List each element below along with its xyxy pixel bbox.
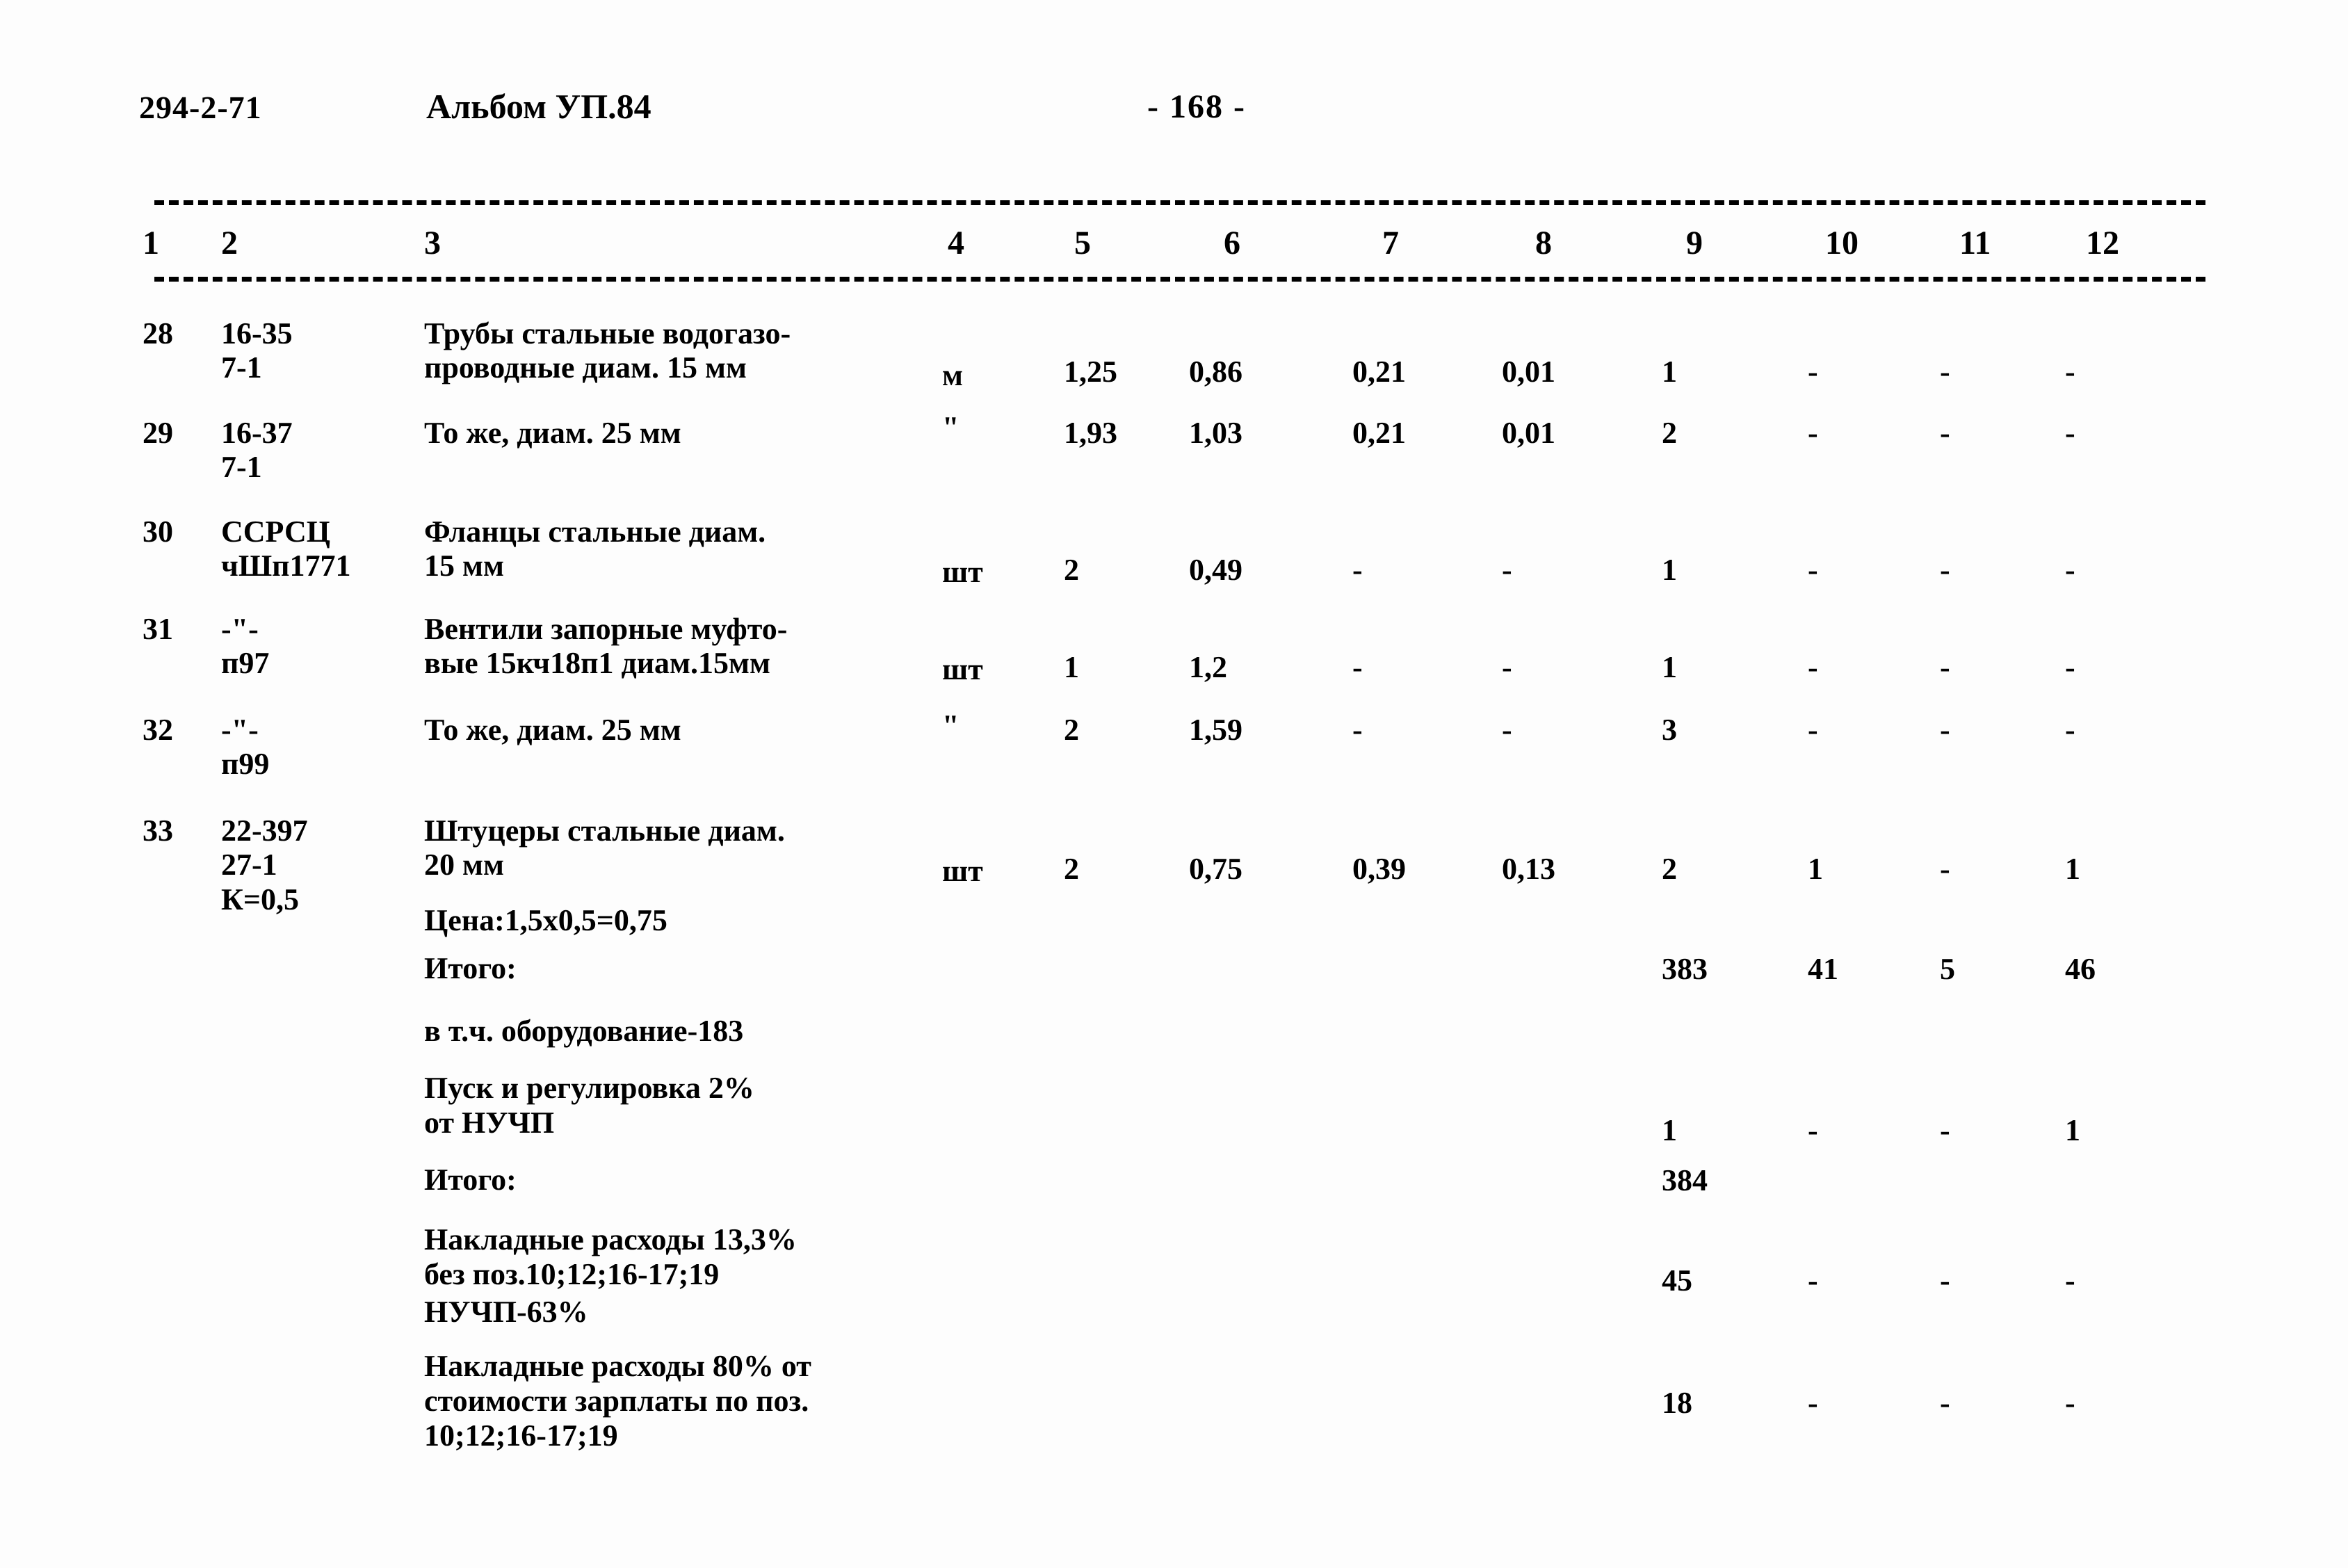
row-col9: 3 [1662, 713, 1677, 747]
row-col8: 0,01 [1502, 355, 1555, 389]
summary-overhead-1-col12: - [2065, 1263, 2075, 1298]
row-col6: 1,59 [1189, 713, 1242, 747]
row-description: Фланцы стальные диам. 15 мм [424, 515, 766, 583]
row-col8: 0,13 [1502, 852, 1555, 886]
row-col9: 1 [1662, 355, 1677, 389]
row-col11: - [1940, 553, 1950, 587]
summary-total-1-col11: 5 [1940, 952, 1955, 986]
row-col12: - [2065, 355, 2075, 389]
summary-overhead-2-col10: - [1808, 1386, 1818, 1420]
summary-label-total-2: Итого: [424, 1163, 517, 1197]
row-col12: - [2065, 713, 2075, 747]
row-description: Штуцеры стальные диам. 20 мм [424, 814, 785, 882]
row-col6: 0,75 [1189, 852, 1242, 886]
row-col8: - [1502, 553, 1512, 587]
summary-total-1-col9: 383 [1662, 952, 1708, 986]
row-col6: 1,2 [1189, 650, 1227, 684]
row-description: Вентили запорные муфто- вые 15кч18п1 диа… [424, 612, 788, 681]
row-col12: - [2065, 553, 2075, 587]
row-col9: 1 [1662, 650, 1677, 684]
row-unit: шт [942, 854, 983, 888]
summary-startup-col11: - [1940, 1113, 1950, 1147]
row-price-note: Цена:1,5х0,5=0,75 [424, 903, 667, 937]
row-position: 30 [143, 515, 173, 549]
document-page: 294-2-71 Альбом УП.84 - 168 - 1 2 3 4 5 … [0, 0, 2348, 1568]
row-col7: - [1352, 713, 1363, 747]
row-unit: шт [942, 555, 983, 589]
row-col12: 1 [2065, 852, 2080, 886]
row-col11: - [1940, 650, 1950, 684]
summary-overhead-1-col9: 45 [1662, 1263, 1692, 1298]
row-unit: м [942, 358, 963, 392]
row-col10: - [1808, 553, 1818, 587]
row-col11: - [1940, 852, 1950, 886]
row-col6: 1,03 [1189, 416, 1242, 450]
row-position: 33 [143, 814, 173, 848]
summary-total-2-col9: 384 [1662, 1163, 1708, 1197]
summary-overhead-2-col12: - [2065, 1386, 2075, 1420]
row-col6: 0,49 [1189, 553, 1242, 587]
summary-overhead-2-col11: - [1940, 1386, 1950, 1420]
summary-overhead-1-col11: - [1940, 1263, 1950, 1298]
row-col5: 1,25 [1064, 355, 1117, 389]
row-col10: - [1808, 355, 1818, 389]
summary-startup-col12: 1 [2065, 1113, 2080, 1147]
row-col11: - [1940, 713, 1950, 747]
row-description: То же, диам. 25 мм [424, 713, 681, 747]
row-col10: - [1808, 713, 1818, 747]
row-col8: - [1502, 713, 1512, 747]
row-col6: 0,86 [1189, 355, 1242, 389]
summary-startup-col9: 1 [1662, 1113, 1677, 1147]
row-col11: - [1940, 355, 1950, 389]
row-col8: - [1502, 650, 1512, 684]
row-col5: 2 [1064, 713, 1079, 747]
table-body: 28 16-35 7-1 Трубы стальные водогазо- пр… [0, 0, 2348, 1568]
row-col5: 1,93 [1064, 416, 1117, 450]
row-position: 32 [143, 713, 173, 747]
summary-label-overhead-1: Накладные расходы 13,3% без поз.10;12;16… [424, 1222, 797, 1292]
summary-total-1-col12: 46 [2065, 952, 2096, 986]
row-col9: 2 [1662, 852, 1677, 886]
row-reference: 16-37 7-1 [221, 416, 293, 485]
row-col7: 0,39 [1352, 852, 1406, 886]
summary-label-equipment: в т.ч. оборудование-183 [424, 1014, 744, 1048]
row-col10: - [1808, 416, 1818, 450]
row-col9: 1 [1662, 553, 1677, 587]
row-description: То же, диам. 25 мм [424, 416, 681, 450]
summary-total-1-col10: 41 [1808, 952, 1838, 986]
row-unit: шт [942, 652, 983, 686]
summary-label-startup: Пуск и регулировка 2% от НУЧП [424, 1071, 754, 1140]
row-col7: - [1352, 553, 1363, 587]
row-unit: " [942, 709, 960, 743]
row-col9: 2 [1662, 416, 1677, 450]
row-col12: - [2065, 650, 2075, 684]
row-position: 28 [143, 316, 173, 350]
row-col5: 2 [1064, 553, 1079, 587]
row-col8: 0,01 [1502, 416, 1555, 450]
row-reference: -"- п97 [221, 612, 270, 681]
row-reference: ССРСЦ чШп1771 [221, 515, 351, 583]
row-col7: - [1352, 650, 1363, 684]
row-col5: 2 [1064, 852, 1079, 886]
summary-startup-col10: - [1808, 1113, 1818, 1147]
row-reference: 16-35 7-1 [221, 316, 293, 385]
row-col11: - [1940, 416, 1950, 450]
row-description: Трубы стальные водогазо- проводные диам.… [424, 316, 791, 385]
row-col10: - [1808, 650, 1818, 684]
row-col7: 0,21 [1352, 355, 1406, 389]
summary-label-nuchp: НУЧП-63% [424, 1295, 588, 1329]
row-position: 31 [143, 612, 173, 646]
row-reference: 22-397 27-1 К=0,5 [221, 814, 308, 916]
row-reference: -"- п99 [221, 713, 270, 782]
row-col12: - [2065, 416, 2075, 450]
row-unit: " [942, 410, 960, 444]
summary-label-total-1: Итого: [424, 951, 517, 985]
row-col10: 1 [1808, 852, 1823, 886]
row-col7: 0,21 [1352, 416, 1406, 450]
row-position: 29 [143, 416, 173, 450]
summary-overhead-1-col10: - [1808, 1263, 1818, 1298]
summary-overhead-2-col9: 18 [1662, 1386, 1692, 1420]
row-col5: 1 [1064, 650, 1079, 684]
summary-label-overhead-2: Накладные расходы 80% от стоимости зарпл… [424, 1349, 811, 1453]
